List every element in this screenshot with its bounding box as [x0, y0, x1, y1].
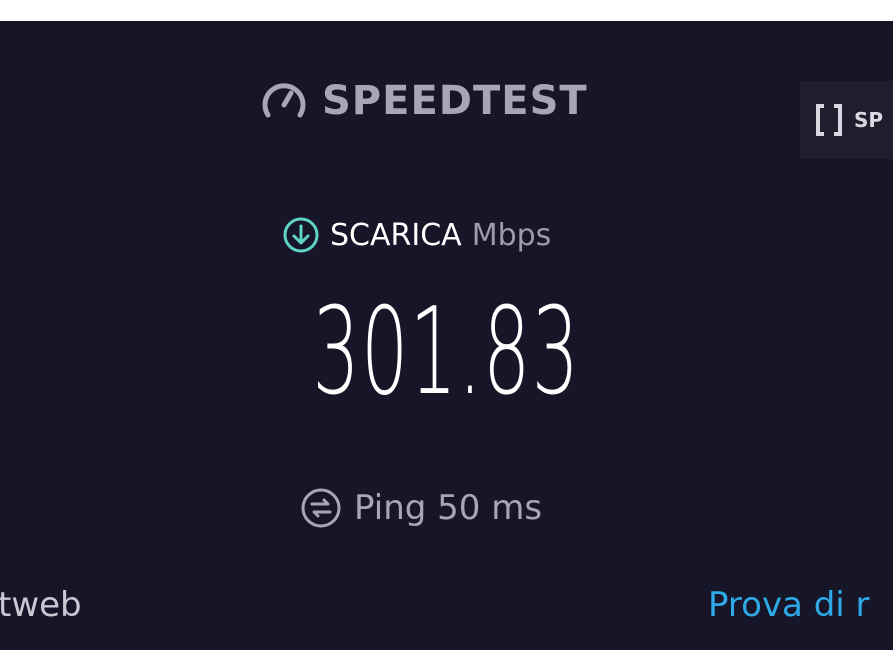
provider-name: tweb [0, 585, 82, 625]
fullscreen-icon [816, 104, 842, 136]
download-label: SCARICA [330, 217, 462, 253]
download-header: SCARICA Mbps [282, 213, 551, 257]
retest-link[interactable]: Prova di r [708, 585, 870, 625]
fullscreen-label: SP [854, 108, 884, 132]
speedometer-icon [262, 83, 306, 118]
fullscreen-button[interactable]: SP [800, 81, 893, 159]
speedtest-widget: SPEEDTEST SP SCARICA Mbps 301.83 Ping 50… [0, 21, 893, 650]
logo-text: SPEEDTEST [322, 78, 588, 124]
download-speed-value: 301.83 [312, 283, 581, 422]
download-arrow-icon [283, 217, 319, 253]
ping-text: Ping 50 ms [354, 488, 543, 528]
download-unit: Mbps [471, 217, 552, 253]
bottom-strip [0, 650, 893, 670]
ping-info: Ping 50 ms [300, 485, 542, 531]
ping-icon [301, 488, 341, 528]
speedtest-logo: SPEEDTEST [258, 75, 588, 127]
